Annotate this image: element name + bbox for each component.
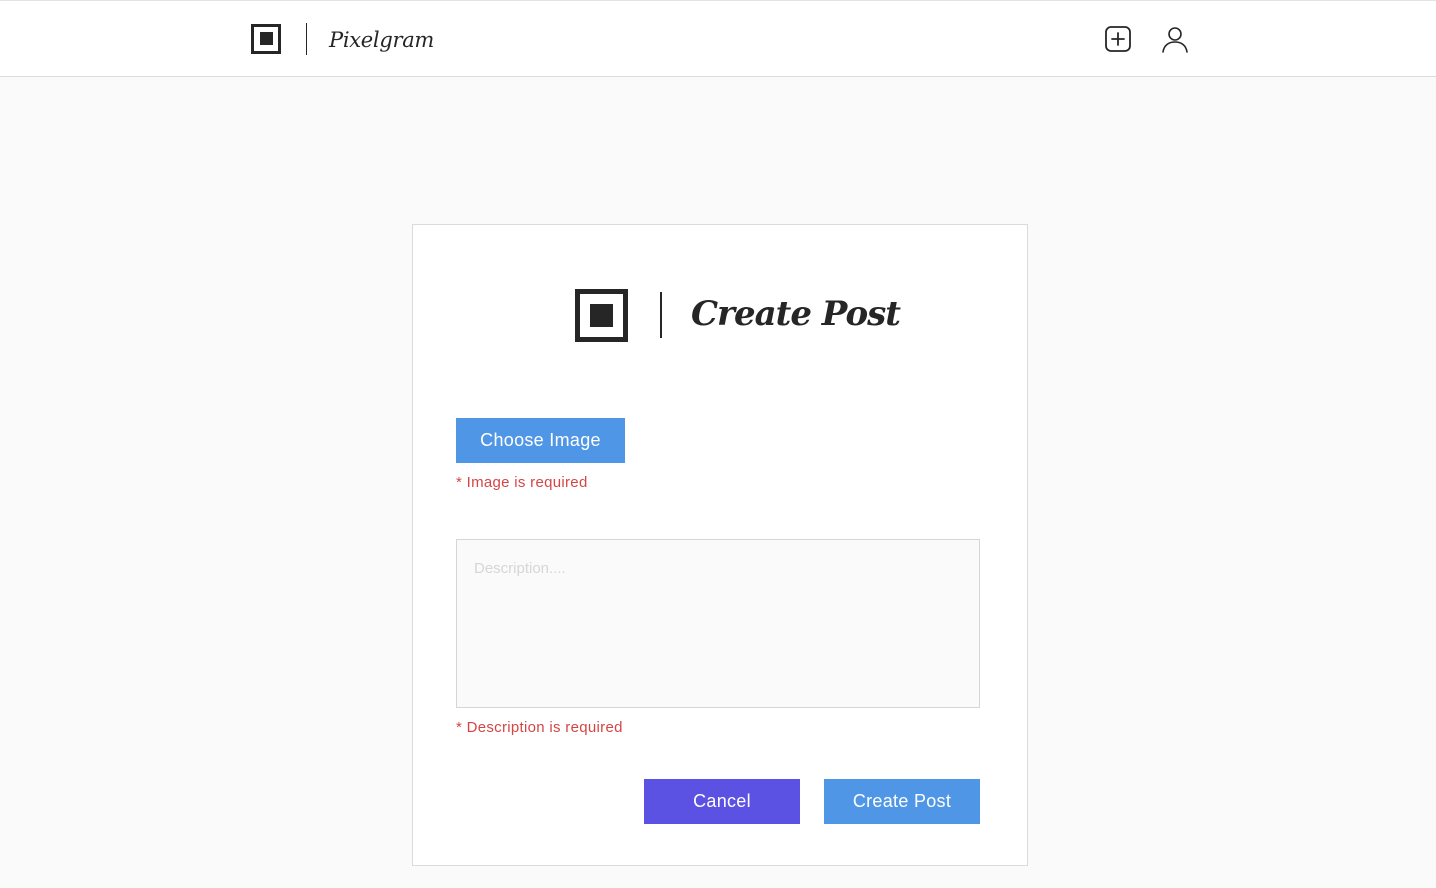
create-post-button[interactable]: Create Post	[824, 779, 980, 824]
logo-icon	[575, 288, 628, 342]
profile-icon[interactable]	[1161, 25, 1189, 53]
image-error-message: * Image is required	[456, 474, 588, 491]
description-error-message: * Description is required	[456, 719, 623, 736]
create-post-card: Create Post Choose Image * Image is requ…	[412, 224, 1028, 866]
cancel-button[interactable]: Cancel	[644, 779, 800, 824]
brand-home-link[interactable]: Pixelgram	[251, 22, 434, 55]
add-post-icon[interactable]	[1104, 25, 1132, 53]
top-navbar: Pixelgram	[0, 0, 1436, 77]
page-title: Create Post	[691, 294, 901, 334]
brand-divider	[306, 22, 307, 55]
header-divider	[660, 292, 662, 338]
logo-icon	[251, 23, 281, 54]
choose-image-button[interactable]: Choose Image	[456, 418, 625, 463]
card-header: Create Post	[575, 288, 901, 342]
brand-name: Pixelgram	[329, 27, 435, 52]
description-input[interactable]	[456, 539, 980, 708]
